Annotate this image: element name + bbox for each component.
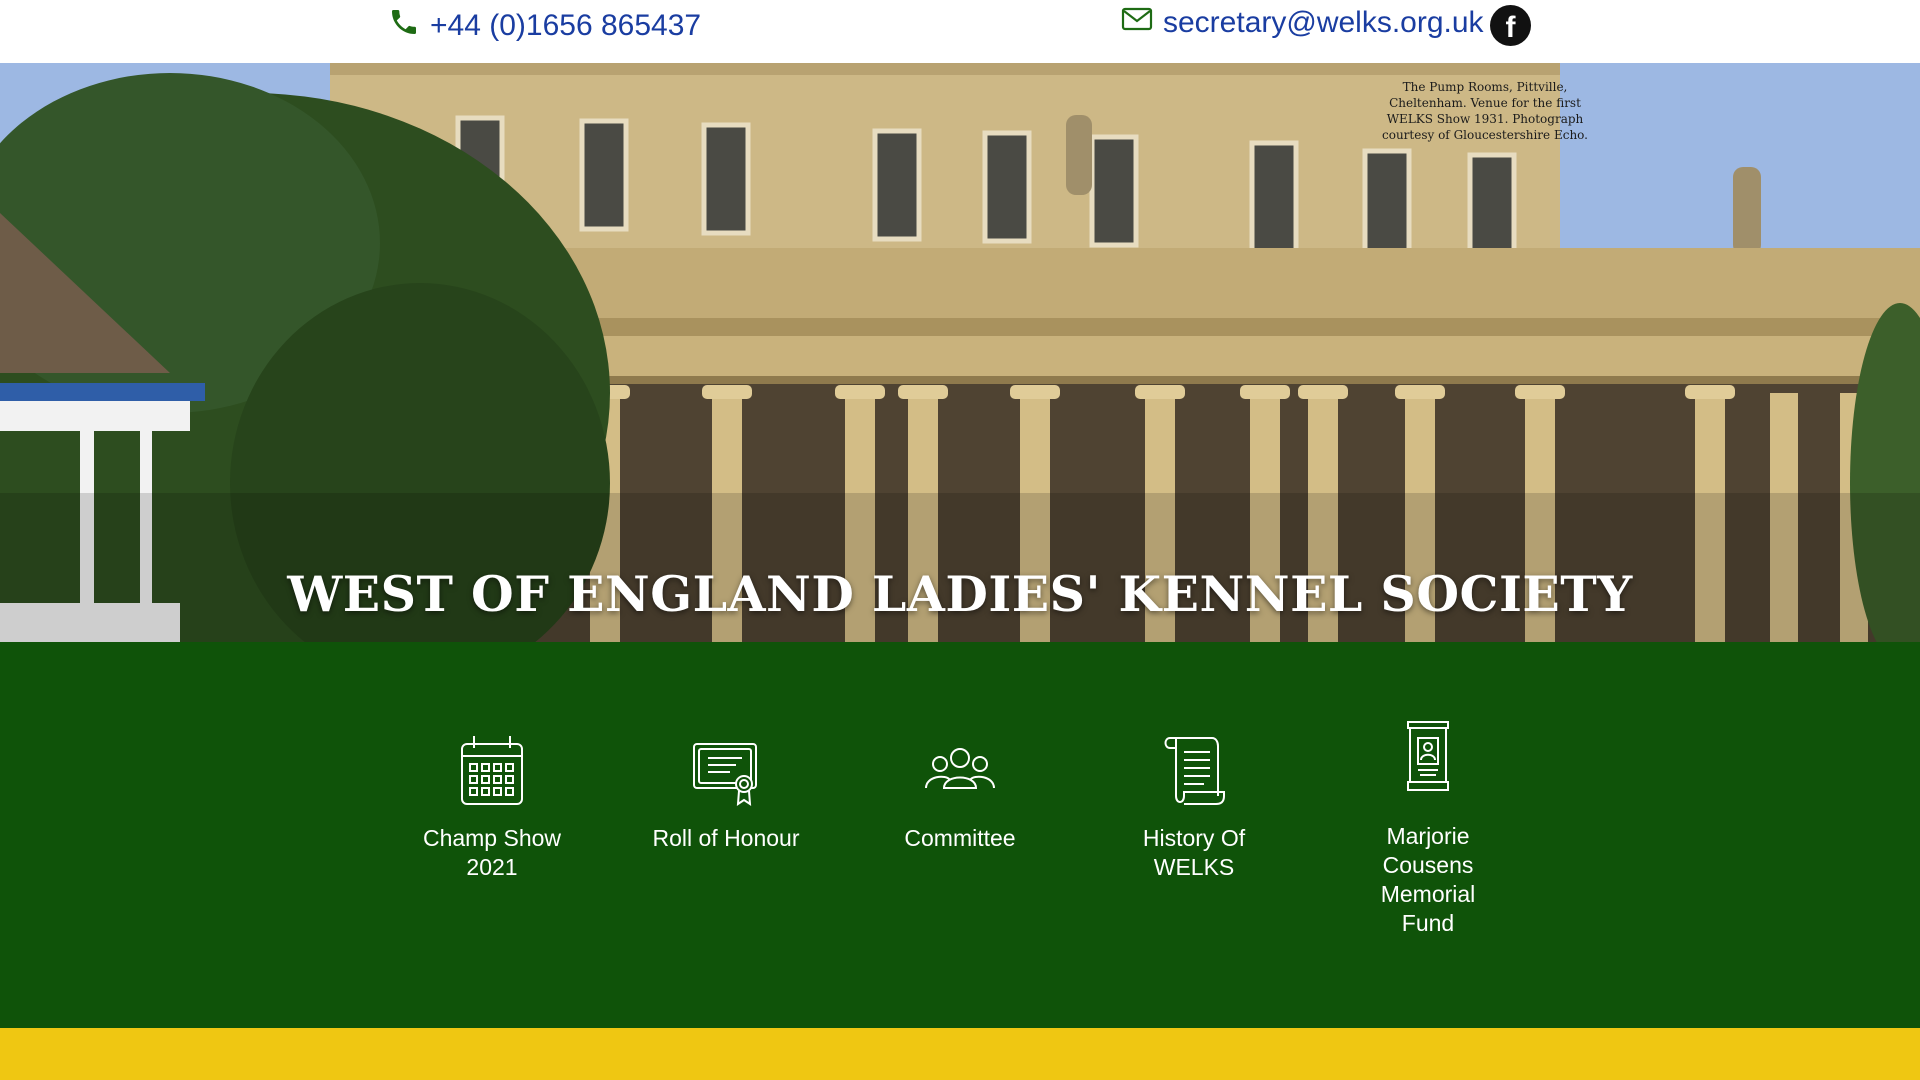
certificate-icon: [686, 730, 766, 810]
nav-item-label: Roll of Honour: [652, 825, 800, 851]
pump-rooms-photo: [0, 63, 1920, 642]
phone-icon: [388, 6, 420, 46]
footer-accent-strip: [0, 1028, 1920, 1080]
nav-item-label: Committee: [904, 825, 1016, 851]
hero-banner: The Pump Rooms, Pittville, Cheltenham. V…: [0, 63, 1920, 642]
nav-item-history[interactable]: History Of WELKS: [1094, 730, 1294, 882]
top-contact-bar: +44 (0)1656 865437 secretary@welks.org.u…: [0, 0, 1920, 63]
people-group-icon: [920, 730, 1000, 810]
phone-link[interactable]: +44 (0)1656 865437: [388, 6, 701, 46]
nav-item-label: Marjorie Cousens Memorial Fund: [1380, 823, 1476, 936]
main-navigation: Champ Show 2021 Roll of Honour Committee…: [0, 642, 1920, 1028]
nav-item-roll-of-honour[interactable]: Roll of Honour: [626, 730, 826, 853]
phone-number: +44 (0)1656 865437: [430, 9, 702, 42]
calendar-icon: [452, 730, 532, 810]
envelope-icon: [1121, 6, 1153, 40]
email-link[interactable]: secretary@welks.org.uk: [1121, 6, 1484, 40]
nav-item-label: Champ Show 2021: [422, 825, 562, 880]
nav-item-label: History Of WELKS: [1142, 825, 1246, 880]
email-address: secretary@welks.org.uk: [1163, 6, 1484, 39]
scroll-icon: [1154, 730, 1234, 810]
nav-item-committee[interactable]: Committee: [860, 730, 1060, 853]
memorial-scroll-icon: [1388, 716, 1468, 796]
facebook-icon[interactable]: f: [1490, 5, 1531, 46]
nav-item-memorial-fund[interactable]: Marjorie Cousens Memorial Fund: [1328, 721, 1528, 938]
nav-item-champ-show[interactable]: Champ Show 2021: [392, 730, 592, 882]
photo-caption: The Pump Rooms, Pittville, Cheltenham. V…: [1382, 80, 1588, 142]
site-title: WEST OF ENGLAND LADIES' KENNEL SOCIETY: [287, 565, 1633, 623]
